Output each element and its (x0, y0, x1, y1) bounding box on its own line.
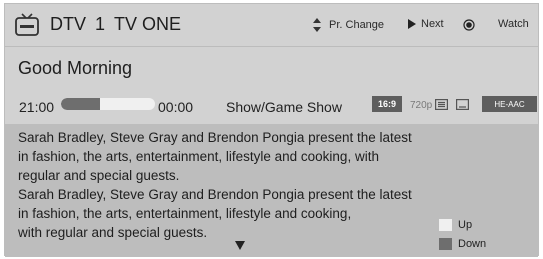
description-line: Sarah Bradley, Steve Gray and Brendon Po… (18, 187, 412, 202)
next-label: Next (421, 18, 444, 30)
program-genre: Show/Game Show (226, 99, 342, 115)
description-line: in fashion, the arts, entertainment, lif… (18, 149, 379, 164)
scroll-down-key[interactable]: Down (439, 238, 486, 250)
down-key-swatch (439, 238, 452, 250)
program-description[interactable]: Sarah Bradley, Steve Gray and Brendon Po… (5, 124, 538, 257)
program-progress-bar (61, 98, 155, 110)
tv-icon (15, 13, 39, 36)
description-line: Sarah Bradley, Steve Gray and Brendon Po… (18, 130, 412, 145)
pr-change-button[interactable]: Pr. Change (313, 18, 384, 32)
scroll-down-icon[interactable] (235, 241, 245, 250)
channel-name: TV ONE (114, 14, 182, 34)
program-progress-fill (61, 98, 101, 110)
channel-header: DTV 1 TV ONE Pr. Change Next Watch (5, 4, 538, 47)
resolution-label: 720p (410, 100, 433, 111)
program-title: Good Morning (18, 58, 133, 78)
next-button[interactable]: Next (408, 18, 444, 30)
pr-change-label: Pr. Change (329, 19, 385, 31)
teletext-icon (435, 99, 448, 110)
channel-type: DTV (50, 14, 86, 34)
end-time: 00:00 (158, 99, 194, 115)
down-label: Down (458, 238, 487, 250)
up-key-swatch (439, 219, 452, 231)
record-icon (463, 19, 475, 31)
scroll-up-key[interactable]: Up (439, 219, 472, 231)
description-line: with regular and special guests. (18, 225, 208, 240)
description-line: in fashion, the arts, entertainment, lif… (18, 206, 352, 221)
watch-button[interactable]: Watch (498, 18, 529, 30)
description-line: regular and special guests. (18, 168, 180, 183)
up-label: Up (458, 219, 473, 231)
audio-format-badge: HE-AAC (482, 96, 537, 112)
program-info-panel: DTV 1 TV ONE Pr. Change Next Watch Good Mo… (4, 3, 539, 257)
subtitle-icon (456, 99, 469, 110)
updown-icon (313, 18, 321, 32)
aspect-ratio-badge: 16:9 (372, 96, 402, 112)
channel-info: DTV 1 TV ONE (50, 14, 181, 35)
watch-label: Watch (498, 18, 529, 30)
start-time: 21:00 (19, 99, 55, 115)
play-icon (408, 19, 416, 29)
channel-number: 1 (95, 14, 106, 34)
